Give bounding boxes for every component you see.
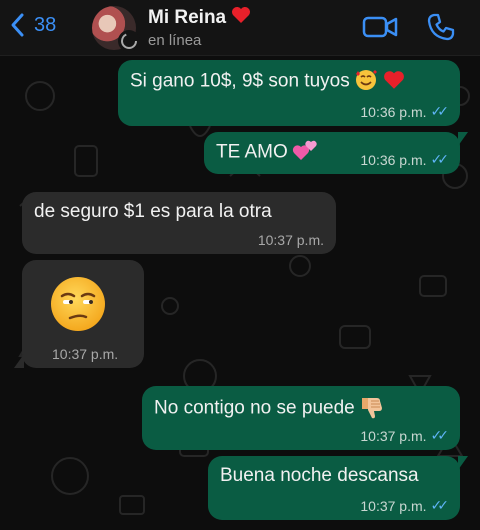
message-meta: 10:37 p.m.	[52, 346, 118, 362]
smiling-face-with-hearts-icon	[354, 68, 378, 97]
message-meta: 10:37 p.m. ✓✓	[360, 427, 450, 444]
message-time: 10:37 p.m.	[360, 497, 427, 514]
message-bubble-incoming[interactable]: de seguro $1 es para la otra 10:37 p.m.	[22, 192, 336, 254]
chat-screen: 38 Mi Reina en línea Si gano 10$, 9$ son…	[0, 0, 480, 530]
message-text: de seguro $1 es para la otra	[34, 201, 272, 222]
contact-status: en línea	[148, 32, 202, 49]
video-camera-icon[interactable]	[362, 14, 398, 40]
message-time: 10:37 p.m.	[257, 232, 324, 248]
message-time: 10:36 p.m.	[360, 151, 427, 168]
chevron-left-icon	[11, 13, 24, 37]
chat-header: 38 Mi Reina en línea	[0, 0, 480, 56]
read-ticks-icon: ✓✓	[430, 103, 450, 119]
message-bubble-outgoing[interactable]: No contigo no se puede 10:37 p.m. ✓✓	[142, 386, 460, 450]
message-text: TE AMO	[216, 141, 288, 163]
contact-name[interactable]: Mi Reina	[148, 6, 251, 30]
message-text: Buena noche descansa	[220, 465, 419, 486]
message-time: 10:36 p.m.	[360, 103, 427, 120]
message-meta: 10:36 p.m. ✓✓	[360, 151, 450, 168]
red-heart-icon	[231, 6, 251, 30]
contact-name-text: Mi Reina	[148, 7, 227, 29]
message-text: Si gano 10$, 9$ son tuyos	[130, 70, 350, 92]
message-bubble-incoming[interactable]: 10:37 p.m.	[14, 260, 144, 368]
red-heart-icon	[383, 70, 405, 95]
unread-count: 38	[34, 13, 57, 36]
phone-icon[interactable]	[426, 12, 456, 42]
status-ring-icon	[118, 30, 140, 52]
message-bubble-outgoing[interactable]: Buena noche descansa 10:37 p.m. ✓✓	[208, 456, 468, 520]
message-bubble-outgoing[interactable]: Si gano 10$, 9$ son tuyos 10:36 p.m. ✓✓	[118, 60, 460, 126]
message-meta: 10:37 p.m. ✓✓	[360, 497, 450, 514]
read-ticks-icon: ✓✓	[430, 497, 450, 513]
thumbs-down-icon	[359, 394, 385, 425]
message-time: 10:37 p.m.	[52, 346, 119, 362]
message-meta: 10:36 p.m. ✓✓	[360, 103, 450, 120]
message-meta: 10:37 p.m.	[258, 232, 324, 248]
two-hearts-icon	[292, 140, 318, 167]
message-bubble-outgoing[interactable]: TE AMO 10:36 p.m. ✓✓	[204, 132, 468, 174]
read-ticks-icon: ✓✓	[430, 151, 450, 167]
message-time: 10:37 p.m.	[360, 427, 427, 444]
back-button[interactable]: 38	[8, 12, 56, 38]
read-ticks-icon: ✓✓	[430, 427, 450, 443]
message-text: No contigo no se puede	[154, 397, 355, 419]
unamused-face-icon	[48, 274, 108, 339]
